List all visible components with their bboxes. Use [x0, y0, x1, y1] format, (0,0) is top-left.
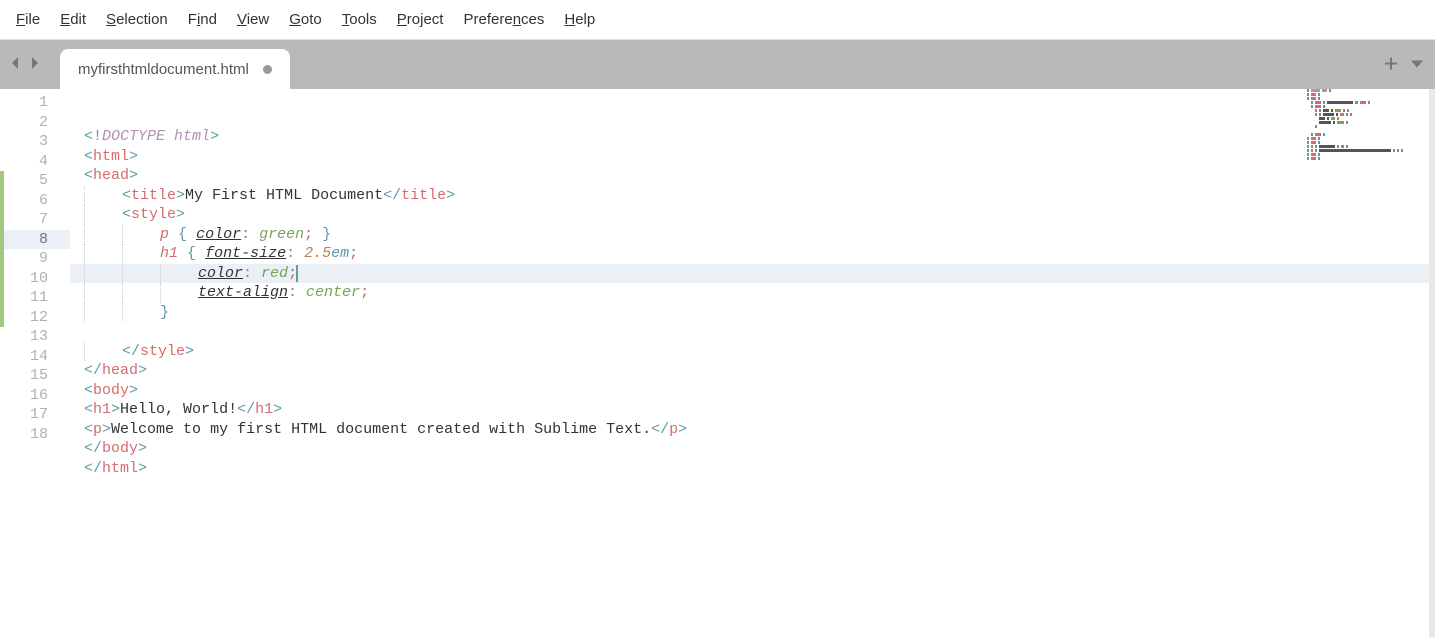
line-number[interactable]: 17: [4, 405, 70, 425]
line-number[interactable]: 4: [4, 152, 70, 172]
code-line[interactable]: </body>: [70, 439, 1435, 459]
menu-tools[interactable]: Tools: [332, 5, 387, 34]
tab-dropdown-icon[interactable]: [1409, 55, 1425, 74]
menu-edit[interactable]: Edit: [50, 5, 96, 34]
menu-selection[interactable]: Selection: [96, 5, 178, 34]
line-number[interactable]: 14: [4, 347, 70, 367]
dirty-indicator-icon: [263, 65, 272, 74]
line-number[interactable]: 6: [4, 191, 70, 211]
menu-help[interactable]: Help: [554, 5, 605, 34]
line-number[interactable]: 18: [4, 425, 70, 445]
vertical-scrollbar[interactable]: [1429, 89, 1435, 637]
line-number[interactable]: 10: [4, 269, 70, 289]
menu-preferences[interactable]: Preferences: [453, 5, 554, 34]
code-line[interactable]: <h1>Hello, World!</h1>: [70, 400, 1435, 420]
code-line[interactable]: }: [70, 303, 1435, 323]
code-line[interactable]: h1 { font-size: 2.5em;: [70, 244, 1435, 264]
line-number[interactable]: 9: [4, 249, 70, 269]
code-line[interactable]: <body>: [70, 381, 1435, 401]
line-number[interactable]: 3: [4, 132, 70, 152]
line-number[interactable]: 8: [4, 230, 70, 250]
new-tab-icon[interactable]: [1383, 55, 1399, 74]
tab-filename: myfirsthtmldocument.html: [78, 61, 249, 78]
code-area[interactable]: <!DOCTYPE html><html><head><title>My Fir…: [70, 89, 1435, 637]
menu-find[interactable]: Find: [178, 5, 227, 34]
editor: 123456789101112131415161718 <!DOCTYPE ht…: [0, 89, 1435, 637]
code-line[interactable]: p { color: green; }: [70, 225, 1435, 245]
code-line[interactable]: <title>My First HTML Document</title>: [70, 186, 1435, 206]
menu-bar: FileEditSelectionFindViewGotoToolsProjec…: [0, 0, 1435, 40]
nav-back-icon[interactable]: [8, 55, 24, 74]
code-line[interactable]: <html>: [70, 147, 1435, 167]
code-line[interactable]: <head>: [70, 166, 1435, 186]
line-number-gutter[interactable]: 123456789101112131415161718: [4, 89, 70, 637]
tab-nav-arrows: [0, 40, 50, 89]
menu-view[interactable]: View: [227, 5, 279, 34]
line-number[interactable]: 2: [4, 113, 70, 133]
code-line[interactable]: </head>: [70, 361, 1435, 381]
code-line[interactable]: <p>Welcome to my first HTML document cre…: [70, 420, 1435, 440]
code-line[interactable]: text-align: center;: [70, 283, 1435, 303]
menu-goto[interactable]: Goto: [279, 5, 332, 34]
text-cursor: [296, 265, 298, 282]
line-number[interactable]: 1: [4, 93, 70, 113]
line-number[interactable]: 13: [4, 327, 70, 347]
modification-bar: [0, 89, 4, 637]
code-line[interactable]: <style>: [70, 205, 1435, 225]
tab-bar: myfirsthtmldocument.html: [0, 40, 1435, 89]
line-number[interactable]: 7: [4, 210, 70, 230]
nav-forward-icon[interactable]: [26, 55, 42, 74]
menu-project[interactable]: Project: [387, 5, 454, 34]
menu-file[interactable]: File: [6, 5, 50, 34]
line-number[interactable]: 12: [4, 308, 70, 328]
code-line[interactable]: color: red;: [70, 264, 1435, 284]
code-line[interactable]: <!DOCTYPE html>: [70, 127, 1435, 147]
line-number[interactable]: 11: [4, 288, 70, 308]
file-tab[interactable]: myfirsthtmldocument.html: [60, 49, 290, 89]
line-number[interactable]: 16: [4, 386, 70, 406]
code-line[interactable]: [70, 322, 1435, 342]
code-line[interactable]: </style>: [70, 342, 1435, 362]
line-number[interactable]: 15: [4, 366, 70, 386]
code-line[interactable]: </html>: [70, 459, 1435, 479]
line-number[interactable]: 5: [4, 171, 70, 191]
